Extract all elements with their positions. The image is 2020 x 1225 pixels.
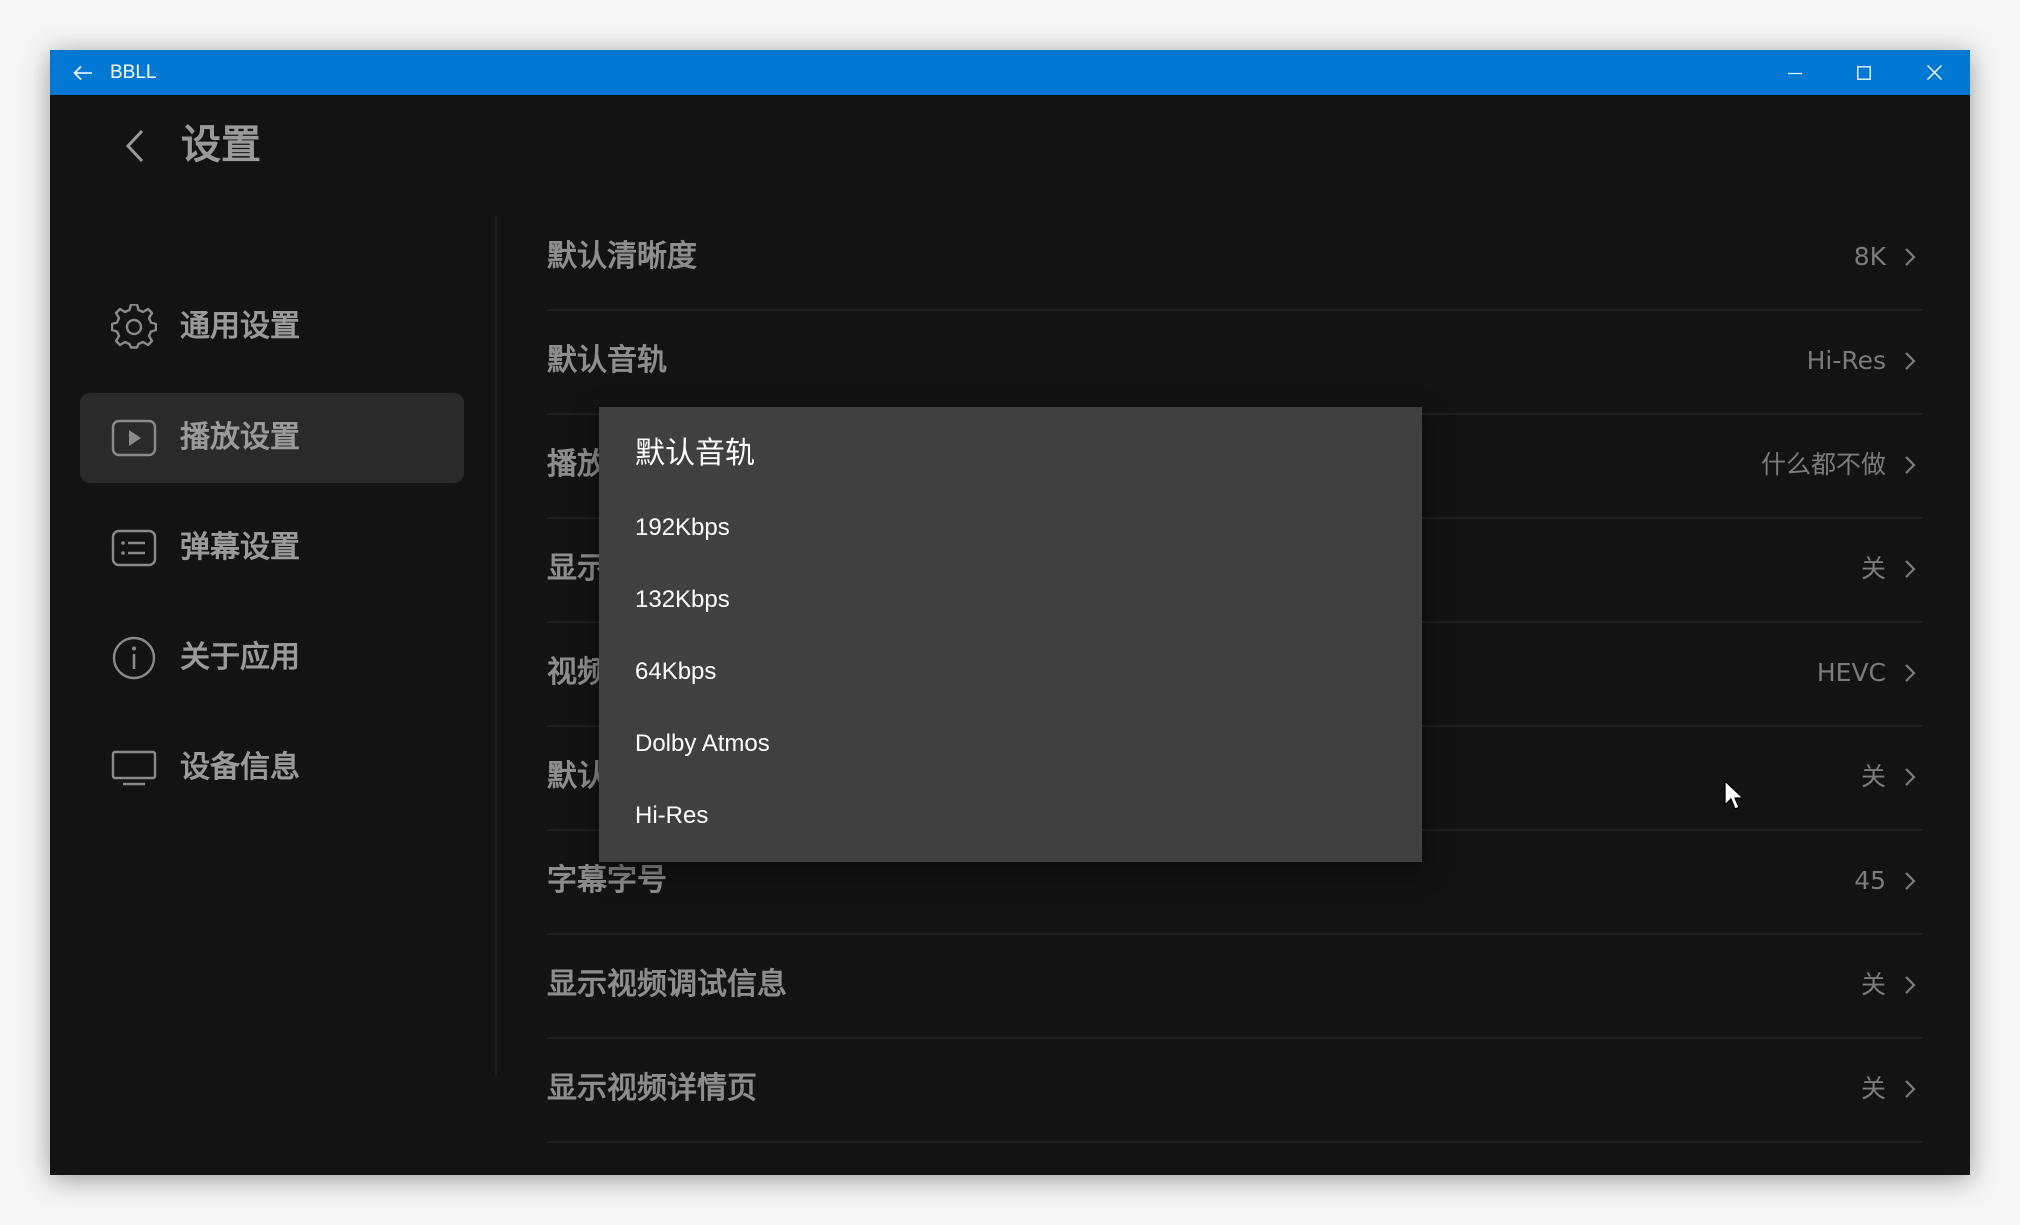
setting-value: 什么都不做: [1760, 450, 1886, 479]
chevron-right-icon: [1898, 555, 1922, 583]
play-icon: [110, 414, 158, 462]
sidebar-item-general[interactable]: 通用设置: [80, 282, 464, 372]
page-header: 设置: [50, 95, 1970, 205]
chevron-right-icon: [1898, 763, 1922, 791]
chevron-right-icon: [1898, 971, 1922, 999]
page-title: 设置: [181, 122, 261, 168]
close-button[interactable]: [1899, 50, 1969, 95]
gear-icon: [110, 303, 158, 351]
setting-label: 默认: [547, 759, 607, 794]
dropdown-option[interactable]: Dolby Atmos: [599, 708, 1422, 780]
sidebar-item-about[interactable]: 关于应用: [80, 613, 464, 703]
setting-row-default-quality[interactable]: 默认清晰度 8K: [547, 205, 1922, 311]
sidebar-item-label: 弹幕设置: [180, 530, 300, 565]
sidebar-item-playback[interactable]: 播放设置: [80, 393, 464, 483]
monitor-icon: [110, 744, 158, 792]
setting-label: 显示: [547, 551, 607, 586]
chevron-right-icon: [1898, 659, 1922, 687]
setting-value: 关: [1860, 554, 1886, 583]
setting-label: 默认音轨: [547, 343, 667, 378]
close-icon: [1926, 65, 1942, 80]
chevron-left-icon: [125, 129, 144, 163]
maximize-icon: [1857, 65, 1871, 80]
setting-value: Hi-Res: [1806, 346, 1886, 375]
setting-label: 视频: [547, 655, 607, 690]
sidebar-item-device[interactable]: 设备信息: [80, 723, 464, 813]
setting-value: 45: [1854, 866, 1886, 895]
danmaku-icon: [110, 524, 158, 572]
dropdown-option[interactable]: 132Kbps: [599, 564, 1422, 636]
app-window: BBLL 设置 通用设置 播放设置 弹幕设置 关于应用 设备信息 默认清晰度 8…: [50, 50, 1970, 1175]
arrow-left-icon: [73, 65, 92, 80]
chevron-right-icon: [1898, 451, 1922, 479]
chevron-right-icon: [1898, 243, 1922, 271]
audio-track-dropdown: 默认音轨 192Kbps 132Kbps 64Kbps Dolby Atmos …: [599, 407, 1422, 862]
setting-value: 关: [1860, 1074, 1886, 1103]
setting-row-debug-info[interactable]: 显示视频调试信息 关: [547, 933, 1922, 1039]
sidebar-item-label: 通用设置: [180, 309, 300, 344]
chevron-right-icon: [1898, 347, 1922, 375]
sidebar-item-label: 设备信息: [180, 750, 300, 785]
setting-value: 8K: [1853, 242, 1886, 271]
setting-row-default-audio[interactable]: 默认音轨 Hi-Res: [547, 309, 1922, 415]
setting-label: 显示视频调试信息: [547, 967, 787, 1002]
titlebar-back-button[interactable]: [60, 50, 106, 95]
chevron-right-icon: [1898, 867, 1922, 895]
chevron-right-icon: [1898, 1075, 1922, 1103]
mouse-cursor-icon: [1724, 780, 1744, 810]
minimize-button[interactable]: [1760, 50, 1830, 95]
dropdown-option-label: Hi-Res: [635, 802, 709, 829]
sidebar-item-label: 关于应用: [180, 640, 300, 675]
setting-value: HEVC: [1816, 658, 1886, 687]
title-bar: BBLL: [50, 50, 1970, 95]
page-back-button[interactable]: [110, 121, 160, 171]
dropdown-option-label: 132Kbps: [635, 586, 730, 613]
window-title: BBLL: [110, 62, 157, 83]
sidebar-item-danmaku[interactable]: 弹幕设置: [80, 503, 464, 593]
setting-row-video-detail[interactable]: 显示视频详情页 关: [547, 1037, 1922, 1143]
dropdown-option-label: 192Kbps: [635, 514, 730, 541]
dropdown-option[interactable]: Hi-Res: [599, 780, 1422, 852]
maximize-button[interactable]: [1829, 50, 1899, 95]
dropdown-option-label: 64Kbps: [635, 658, 717, 685]
setting-label: 默认清晰度: [547, 239, 697, 274]
dropdown-option[interactable]: 192Kbps: [599, 492, 1422, 564]
sidebar: 通用设置 播放设置 弹幕设置 关于应用 设备信息: [50, 205, 495, 1175]
dropdown-title: 默认音轨: [635, 436, 755, 471]
sidebar-divider: [495, 215, 497, 1075]
minimize-icon: [1788, 72, 1802, 74]
setting-label: 播放: [547, 447, 607, 482]
setting-label: 显示视频详情页: [547, 1071, 757, 1106]
setting-value: 关: [1860, 970, 1886, 999]
dropdown-option[interactable]: 64Kbps: [599, 636, 1422, 708]
setting-value: 关: [1860, 762, 1886, 791]
dropdown-option-label: Dolby Atmos: [635, 730, 770, 757]
sidebar-item-label: 播放设置: [180, 420, 300, 455]
info-icon: [110, 634, 158, 682]
